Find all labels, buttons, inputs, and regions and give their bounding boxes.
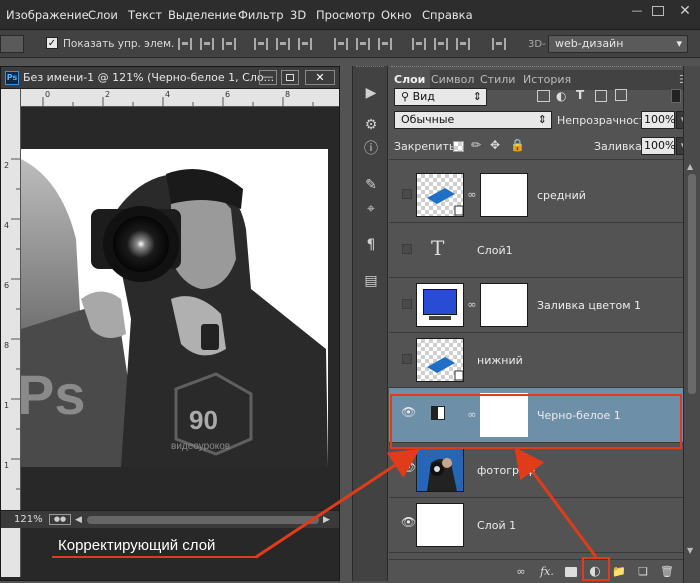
annotation-caption: Корректирующий слой — [58, 537, 216, 554]
caption-underline — [52, 556, 258, 558]
annotation-arrows — [255, 447, 598, 559]
